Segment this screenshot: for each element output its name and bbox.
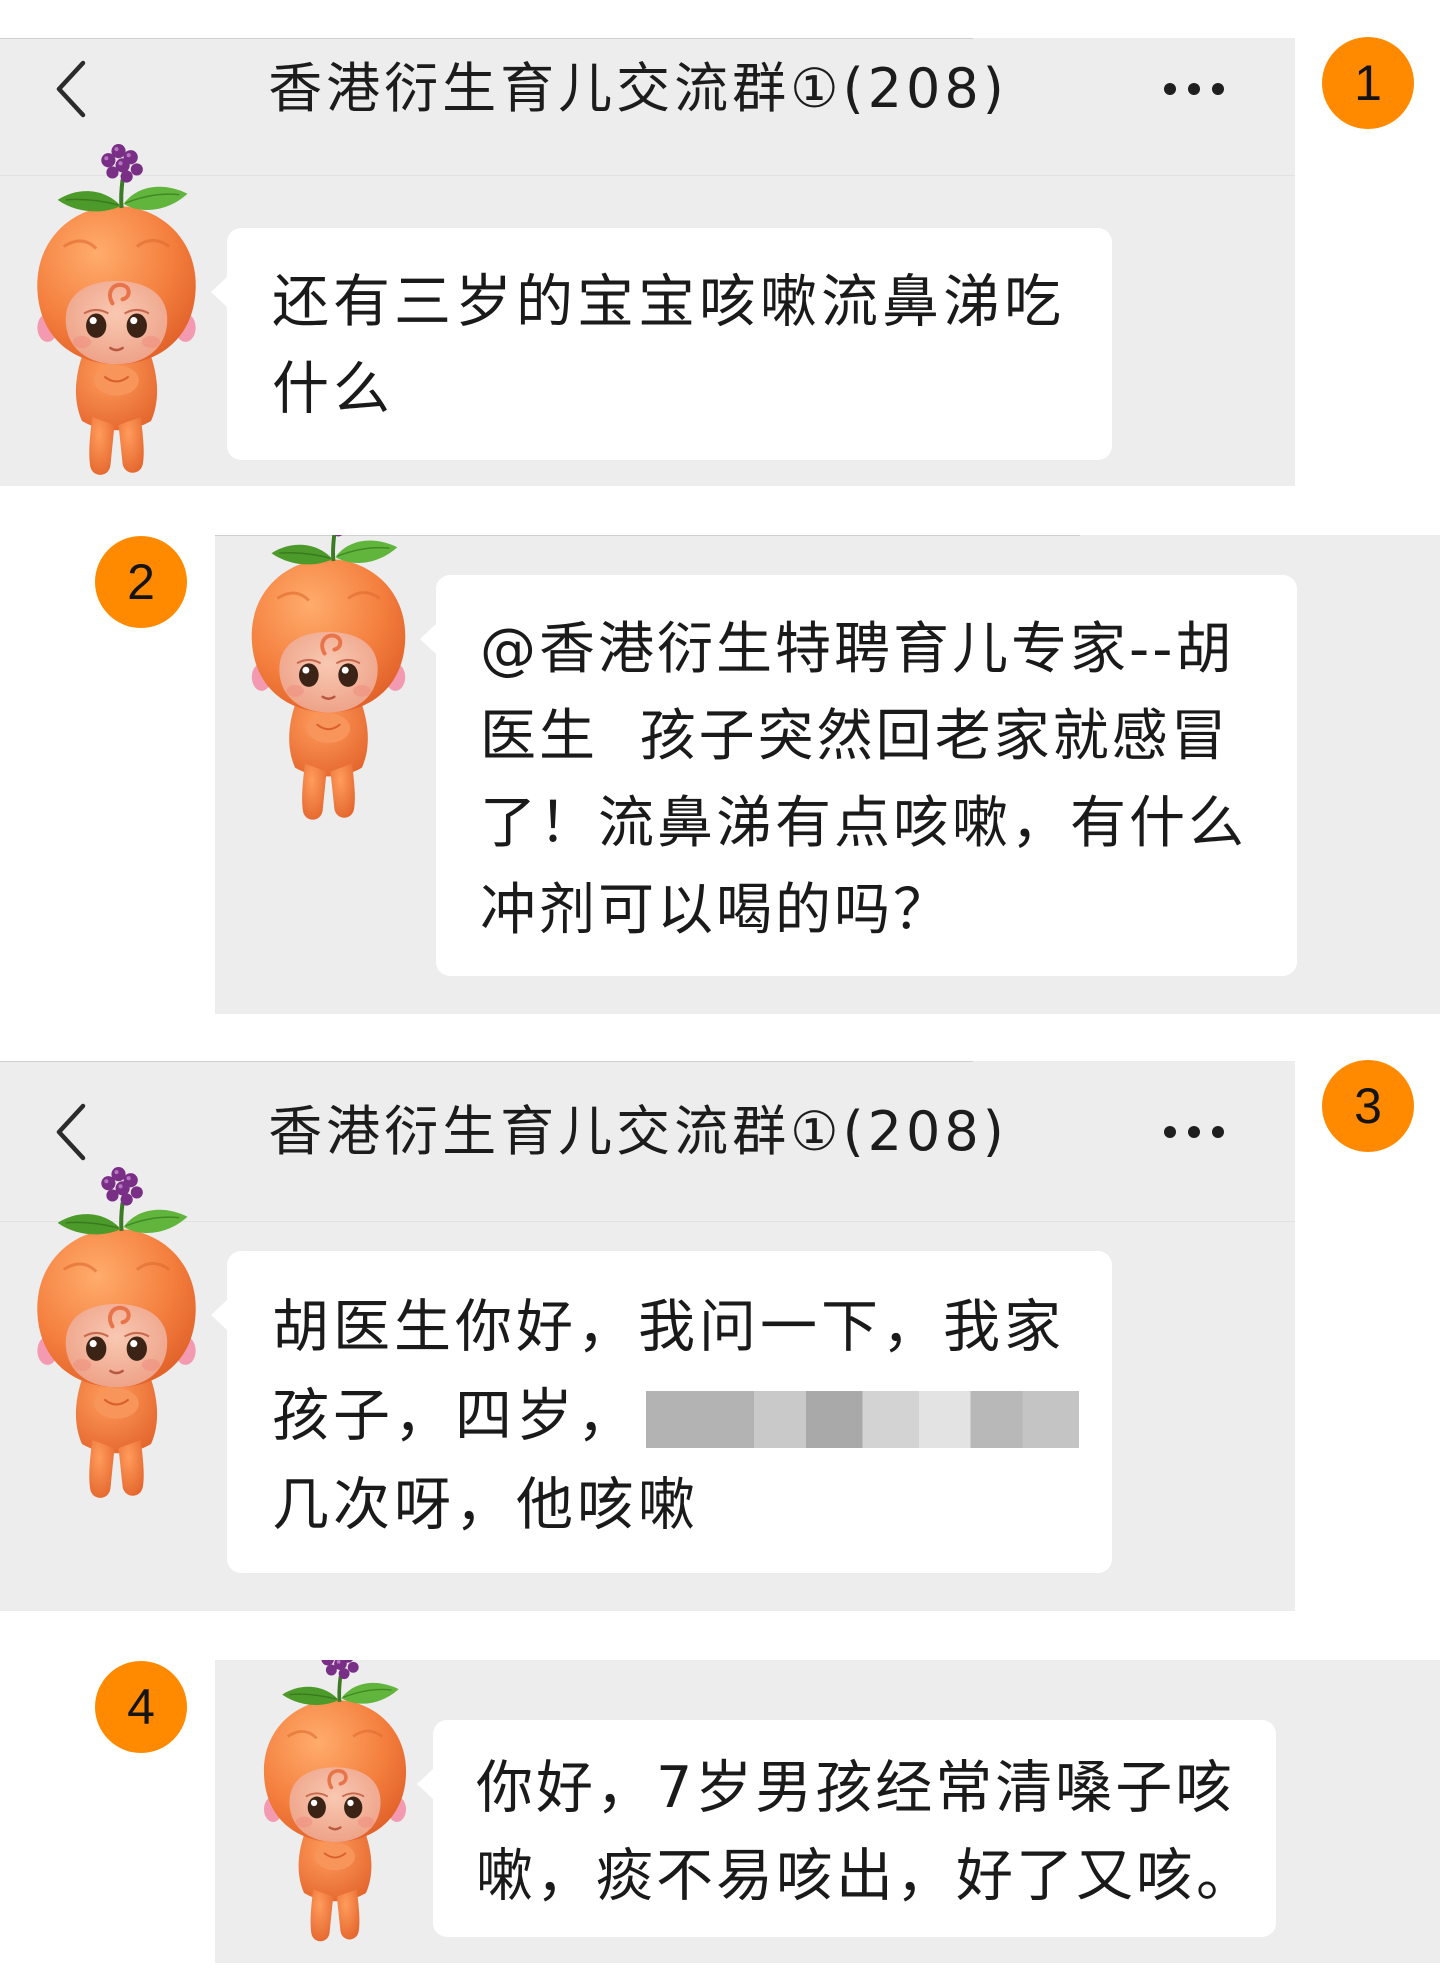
- more-button[interactable]: [1163, 82, 1225, 96]
- more-dots-icon: [1164, 1126, 1224, 1138]
- avatar[interactable]: [25, 141, 208, 486]
- step-badge: 1: [1322, 37, 1414, 129]
- message-bubble[interactable]: 你好，7岁男孩经常清嗓子咳 嗽，痰不易咳出，好了又咳。: [417, 1720, 1276, 1937]
- message-line: 胡医生你好，我问一下，我家: [272, 1294, 1065, 1360]
- orange-kid-avatar: [25, 141, 208, 486]
- message-bubble[interactable]: 胡医生你好，我问一下，我家 孩子，四岁， 几次呀，他咳嗽: [211, 1251, 1112, 1573]
- chat-screen-4: 你好，7岁男孩经常清嗓子咳 嗽，痰不易咳出，好了又咳。: [215, 1660, 1440, 1963]
- chat-screen-1: 香港衍生育儿交流群①(208) 还有三岁的宝宝咳嗽流鼻涕吃 什么: [0, 38, 1295, 486]
- avatar[interactable]: [240, 535, 417, 831]
- message-line-text: 孩子，四岁，: [272, 1383, 638, 1449]
- chevron-left-icon: [56, 60, 86, 118]
- orange-kid-avatar: [262, 1660, 408, 1944]
- step-badge: 2: [95, 536, 187, 628]
- message-bubble[interactable]: @香港衍生特聘育儿专家--胡 医生 孩子突然回老家就感冒 了！流鼻涕有点咳嗽，有…: [420, 575, 1297, 976]
- message-line: 冲剂可以喝的吗？: [480, 878, 952, 943]
- chat-screen-3: 香港衍生育儿交流群①(208) 胡医生你好，我问一下，我家 孩子，四岁， 几次呀…: [0, 1061, 1295, 1611]
- avatar[interactable]: [253, 1660, 417, 1944]
- message-line: 几次呀，他咳嗽: [272, 1472, 699, 1538]
- step-badge: 4: [95, 1661, 187, 1753]
- more-dots-icon: [1164, 83, 1224, 95]
- message-line: 你好，7岁男孩经常清嗓子咳: [476, 1755, 1236, 1821]
- chevron-left-icon: [56, 1103, 86, 1161]
- chat-screen-2: @香港衍生特聘育儿专家--胡 医生 孩子突然回老家就感冒 了！流鼻涕有点咳嗽，有…: [215, 535, 1440, 1014]
- orange-kid-avatar: [249, 535, 408, 822]
- back-button[interactable]: [53, 1102, 89, 1162]
- chat-title: 香港衍生育儿交流群①(208): [268, 57, 1008, 120]
- message-line: 了！流鼻涕有点咳嗽，有什么: [480, 791, 1247, 856]
- message-line: 医生 孩子突然回老家就感冒: [480, 704, 1230, 769]
- message-line: 嗽，痰不易咳出，好了又咳。: [476, 1843, 1256, 1909]
- message-line: 什么: [272, 356, 394, 422]
- chat-screenshot-collage: { "colors": { "panel_bg": "#ededed", "bu…: [0, 0, 1440, 1982]
- message-line: 孩子，四岁，: [272, 1372, 1112, 1461]
- redacted-blur: [646, 1390, 1079, 1448]
- avatar[interactable]: [25, 1164, 208, 1509]
- message-line: @香港衍生特聘育儿专家--胡: [480, 617, 1235, 682]
- step-badge: 3: [1322, 1060, 1414, 1152]
- orange-kid-avatar: [25, 1164, 208, 1509]
- more-button[interactable]: [1163, 1125, 1225, 1139]
- message-line: 还有三岁的宝宝咳嗽流鼻涕吃: [272, 269, 1065, 335]
- chat-title: 香港衍生育儿交流群①(208): [268, 1100, 1008, 1163]
- message-bubble[interactable]: 还有三岁的宝宝咳嗽流鼻涕吃 什么: [211, 228, 1112, 460]
- back-button[interactable]: [53, 59, 89, 119]
